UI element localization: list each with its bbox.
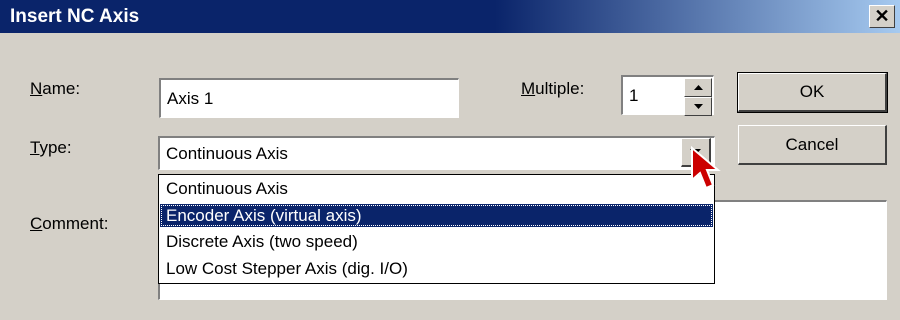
comment-label: Comment: [30, 214, 109, 233]
multiple-spinner[interactable] [684, 78, 712, 116]
spin-up-button[interactable] [684, 78, 712, 97]
type-select[interactable]: Continuous Axis [158, 136, 715, 170]
up-arrow-icon [693, 85, 703, 90]
multiple-input-value: 1 [629, 85, 639, 105]
arrow-pointer-icon [691, 146, 721, 190]
close-button[interactable]: ✕ [869, 5, 895, 28]
type-dropdown-list[interactable]: Continuous Axis Encoder Axis (virtual ax… [158, 174, 715, 284]
type-option[interactable]: Discrete Axis (two speed) [160, 230, 713, 253]
name-label: Name: [30, 79, 81, 98]
down-arrow-icon [693, 104, 703, 109]
cancel-button[interactable]: Cancel [738, 125, 887, 165]
type-select-value: Continuous Axis [166, 143, 288, 163]
type-option[interactable]: Low Cost Stepper Axis (dig. I/O) [160, 257, 713, 280]
dialog-title: Insert NC Axis [10, 6, 140, 27]
type-label: Type: [30, 138, 72, 157]
name-input[interactable]: Axis 1 [159, 78, 459, 118]
type-option[interactable]: Continuous Axis [160, 177, 713, 200]
multiple-label: Multiple: [521, 79, 585, 98]
title-bar: Insert NC Axis ✕ [0, 0, 900, 33]
close-icon: ✕ [874, 6, 890, 26]
ok-button[interactable]: OK [737, 72, 888, 113]
spin-down-button[interactable] [684, 97, 712, 116]
name-input-value: Axis 1 [167, 88, 214, 108]
type-option-selected[interactable]: Encoder Axis (virtual axis) [160, 204, 713, 227]
